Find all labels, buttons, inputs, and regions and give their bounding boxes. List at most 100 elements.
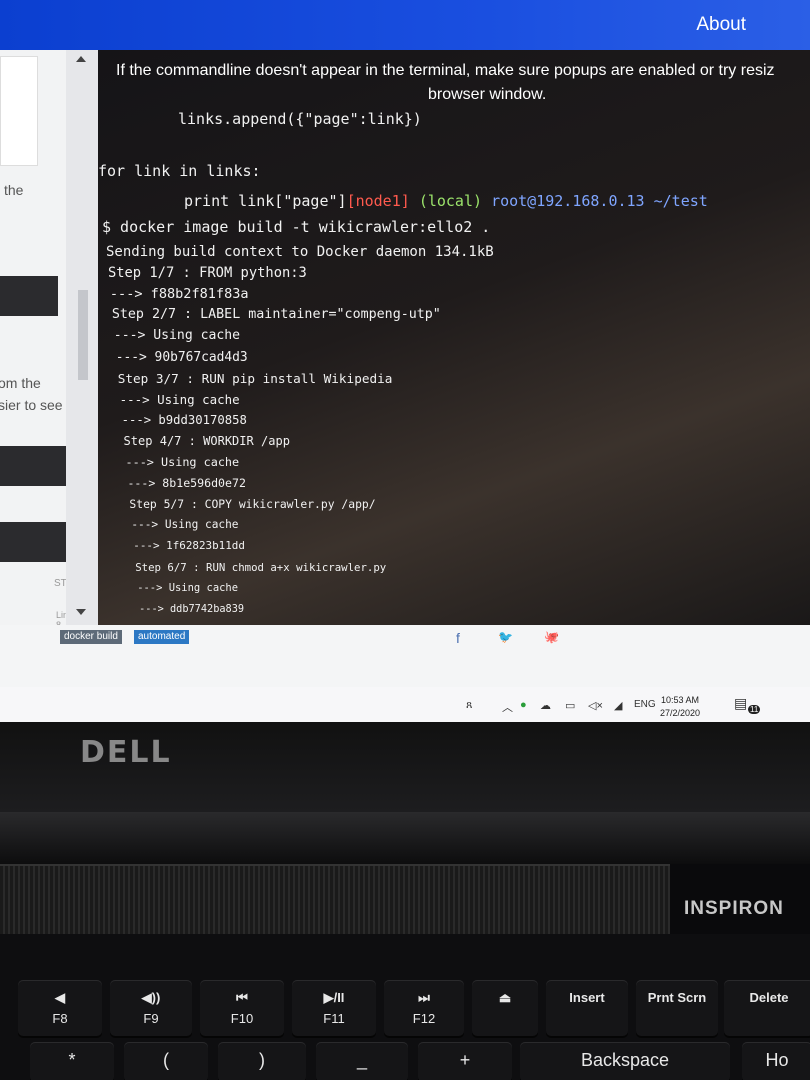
key-f11[interactable]: ▶/II F11 [292,980,376,1036]
key-f8[interactable]: ◀ F8 [18,980,102,1036]
about-link[interactable]: About [696,14,746,36]
output-line: ---> ddb7742ba839 [139,602,245,615]
wifi-icon[interactable]: ◢ [614,699,622,712]
inspiron-logo: INSPIRON [684,898,784,919]
sidebar-lin-label: Lin 8 [56,610,66,625]
key-label: ⏏ [498,990,512,1005]
code-line: links.append({"page":link}) [178,110,422,128]
key--[interactable]: ⏏ [472,980,538,1036]
speaker-grille [0,864,670,934]
clock-time: 10:53 AM [661,695,700,705]
scroll-up-arrow-icon[interactable] [76,56,86,62]
key-row2-4[interactable]: + [418,1042,512,1080]
header-bar: About [0,0,810,50]
key-label: ▶/II [323,990,345,1005]
sidebar-text-the: the [4,182,24,198]
key-delete[interactable]: Delete [724,980,810,1036]
sidebar-card [0,56,38,166]
key-sublabel: F8 [52,1011,68,1026]
sidebar-text-sier: sier to see [0,397,63,413]
output-line: ---> Using cache [119,391,240,407]
output-line: ---> Using cache [137,581,239,594]
code-line: for link in links: [98,162,261,180]
sidebar-dark-block [0,276,58,316]
key-label: Backspace [580,1050,670,1070]
output-line: ---> Using cache [113,328,241,344]
output-line: ---> Using cache [131,518,239,532]
key-row2-1[interactable]: ( [124,1042,208,1080]
tag-automated[interactable]: automated [134,630,190,644]
sidebar-text-om-the: om the [0,375,41,391]
key-label: * [68,1050,76,1070]
windows-taskbar: ጸ ︿ ● ☁ ▭ ◁× ◢ ENG 10:53 AM 27/2/2020 ▤ … [0,687,810,722]
clock[interactable]: 10:53 AM 27/2/2020 [660,694,700,720]
volume-muted-icon[interactable]: ◁× [588,699,603,712]
key-label: Ho [765,1050,789,1070]
output-line: Step 4/7 : WORKDIR /app [123,433,290,448]
prompt-node: [node1] [346,192,410,210]
left-sidebar: the om the sier to see STAT Lin 8 [0,50,66,625]
key-label: ⏭ [418,990,430,1005]
keyboard: ◀ F8 ◀)) F9 ⏮ F10 ▶/II F11 ⏭ F12 ⏏ Insert Prnt Scrn D… [0,934,810,1080]
scroll-thumb[interactable] [78,290,88,380]
output-line: ---> f88b2f81f83a [109,286,249,303]
tag-docker-build[interactable]: docker build [60,630,122,644]
language-indicator[interactable]: ENG [634,699,656,710]
laptop-hinge [0,812,810,864]
output-line: ---> Using cache [125,455,240,469]
dell-logo: DELL [80,735,172,770]
output-line: ---> 1f62823b11dd [133,539,245,553]
clock-date: 27/2/2020 [660,708,701,718]
laptop-screen: About the om the sier to see STAT Lin 8 … [0,0,810,722]
key-row2-3[interactable]: _ [316,1042,408,1080]
facebook-icon[interactable]: f [456,630,460,646]
key-label: ⏮ [236,990,248,1005]
key-label: _ [356,1050,367,1070]
output-line: ---> b9dd30170858 [121,412,247,427]
key-insert[interactable]: Insert [546,980,628,1036]
prompt-line: print link["page"][node1] (local) root@1… [184,192,708,210]
popup-notice-cont: browser window. [428,86,547,103]
key-row2-0[interactable]: * [30,1042,114,1080]
people-icon[interactable]: ጸ [466,699,472,712]
onedrive-icon[interactable]: ☁ [540,699,551,712]
github-icon[interactable]: 🐙 [544,630,559,644]
vertical-scrollbar[interactable] [66,50,98,625]
prompt-local: (local) [418,192,483,210]
output-line: Step 1/7 : FROM python:3 [107,265,307,282]
prompt-host: root@192.168.0.13 ~/test [491,192,708,210]
key-row2-2[interactable]: ) [218,1042,306,1080]
terminal-window[interactable]: If the commandline doesn't appear in the… [98,50,810,625]
key-f12[interactable]: ⏭ F12 [384,980,464,1036]
scroll-down-arrow-icon[interactable] [76,609,86,615]
key-label: ) [259,1050,265,1070]
key-row2-6[interactable]: Ho [742,1042,810,1080]
output-line: ---> 8b1e596d0e72 [127,476,246,491]
key-label: + [459,1050,471,1070]
twitter-icon[interactable]: 🐦 [498,630,513,644]
notification-icon[interactable]: ▤ [734,695,747,712]
output-line: Step 3/7 : RUN pip install Wikipedia [117,370,393,386]
key-sublabel: F12 [412,1011,436,1026]
key-prnt-scrn[interactable]: Prnt Scrn [636,980,718,1036]
key-label: ◀)) [141,990,161,1005]
sidebar-dark-block [0,522,66,562]
output-line: Sending build context to Docker daemon 1… [106,244,494,260]
battery-icon[interactable]: ▭ [565,699,575,712]
status-icon[interactable]: ● [520,699,527,711]
key-row2-5[interactable]: Backspace [520,1042,730,1080]
key-f10[interactable]: ⏮ F10 [200,980,284,1036]
output-line: Step 5/7 : COPY wikicrawler.py /app/ [129,497,376,512]
sidebar-stat-label: STAT [54,578,66,589]
key-label: Insert [569,990,605,1005]
key-f9[interactable]: ◀)) F9 [110,980,192,1036]
key-sublabel: F11 [323,1011,345,1026]
output-line: Step 6/7 : RUN chmod a+x wikicrawler.py [135,560,387,574]
sidebar-dark-block [0,446,66,486]
key-sublabel: F10 [230,1011,254,1026]
command-line: $ docker image build -t wikicrawler:ello… [102,218,491,236]
chevron-up-icon[interactable]: ︿ [502,699,513,715]
code-line: print link["page"] [184,192,347,210]
key-label: Prnt Scrn [647,990,707,1005]
key-label: ◀ [55,990,65,1005]
